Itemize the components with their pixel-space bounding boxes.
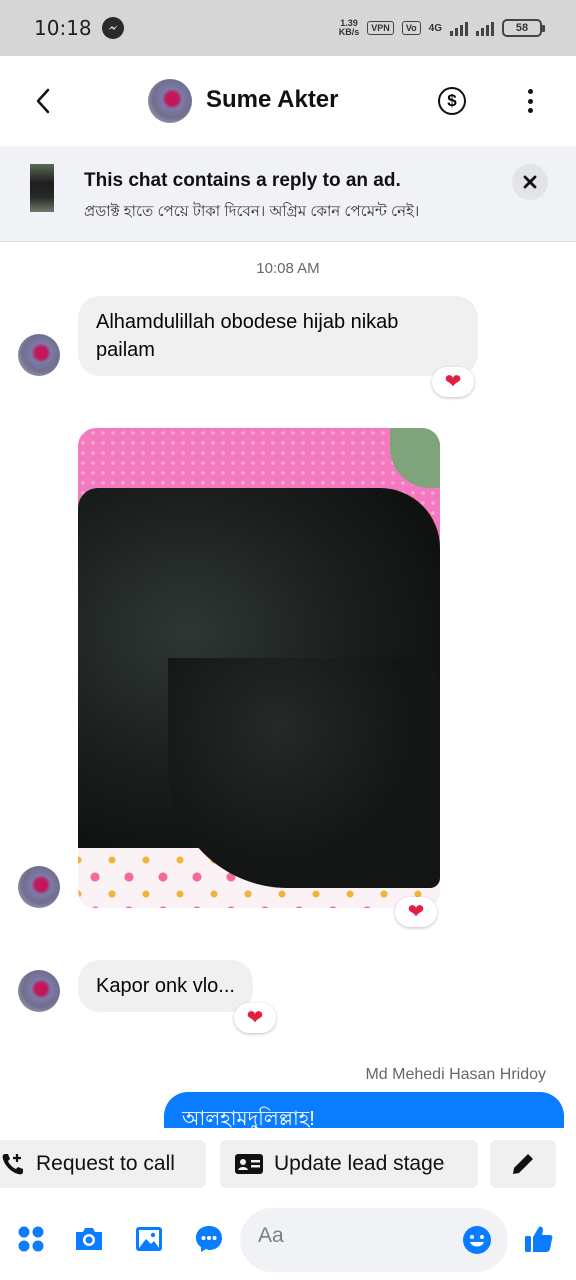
gallery-button[interactable]	[132, 1222, 166, 1256]
message-reaction[interactable]: ❤	[432, 367, 474, 397]
smiley-icon	[463, 1226, 491, 1254]
close-icon	[523, 175, 537, 189]
sender-avatar[interactable]	[18, 866, 60, 908]
camera-button[interactable]	[72, 1222, 106, 1256]
edit-button[interactable]	[490, 1140, 556, 1188]
emoji-button[interactable]	[462, 1225, 492, 1255]
heart-icon: ❤	[407, 901, 425, 923]
volte-badge: Vo	[401, 21, 421, 35]
payment-button[interactable]: $	[438, 87, 466, 115]
message-photo[interactable]	[78, 428, 440, 908]
pencil-icon	[513, 1154, 533, 1174]
chat-bubble-icon	[196, 1226, 222, 1252]
message-input[interactable]	[258, 1224, 448, 1248]
apps-button[interactable]	[14, 1222, 48, 1256]
outgoing-sender-name: Md Mehedi Hasan Hridoy	[365, 1066, 546, 1083]
thumbs-up-icon	[525, 1226, 553, 1252]
update-lead-stage-button[interactable]: Update lead stage	[220, 1140, 478, 1188]
messenger-notification-icon	[101, 17, 124, 39]
more-options-button[interactable]	[520, 86, 540, 116]
status-bar: 10:18 1.39 KB/s VPN Vo 4G 58	[0, 0, 576, 56]
phone-add-icon	[0, 1151, 26, 1177]
message-input-wrapper	[240, 1208, 508, 1272]
network-type: 4G	[428, 22, 442, 34]
update-lead-stage-label: Update lead stage	[274, 1152, 445, 1175]
sender-avatar[interactable]	[18, 334, 60, 376]
ad-thumbnail[interactable]	[30, 164, 54, 212]
message-composer	[0, 1202, 576, 1280]
heart-icon: ❤	[444, 371, 462, 393]
signal-icon	[450, 20, 468, 36]
ad-reply-banner: This chat contains a reply to an ad. প্র…	[0, 146, 576, 242]
dollar-icon: $	[447, 91, 457, 110]
like-button[interactable]	[522, 1222, 556, 1256]
message-bubble[interactable]: Kapor onk vlo...	[78, 960, 253, 1012]
message-reaction[interactable]: ❤	[234, 1003, 276, 1033]
ad-banner-subtitle: প্রডাক্ট হাতে পেয়ে টাকা দিবেন। অগ্রিম ক…	[84, 203, 420, 220]
contact-avatar[interactable]	[148, 79, 192, 123]
chat-header: Sume Akter $	[0, 56, 576, 146]
contact-name[interactable]: Sume Akter	[206, 86, 339, 114]
status-time: 10:18	[34, 16, 92, 40]
quick-actions-bar: Request to call Update lead stage	[0, 1128, 576, 1202]
sender-avatar[interactable]	[18, 970, 60, 1012]
back-button[interactable]	[28, 84, 58, 118]
contact-card-icon	[234, 1152, 264, 1176]
image-icon	[136, 1227, 162, 1251]
net-speed: 1.39 KB/s	[338, 18, 360, 37]
apps-grid-icon	[18, 1226, 44, 1252]
signal-icon-2	[476, 20, 494, 36]
photo-reaction[interactable]: ❤	[395, 897, 437, 927]
heart-icon: ❤	[246, 1007, 264, 1029]
request-call-label: Request to call	[36, 1152, 175, 1175]
ad-banner-title: This chat contains a reply to an ad.	[84, 170, 401, 191]
vpn-badge: VPN	[367, 21, 394, 35]
chat-extras-button[interactable]	[192, 1222, 226, 1256]
chevron-left-icon	[36, 88, 50, 114]
request-call-button[interactable]: Request to call	[0, 1140, 206, 1188]
chat-timestamp: 10:08 AM	[256, 260, 320, 277]
message-bubble[interactable]: Alhamdulillah obodese hijab nikab pailam	[78, 296, 478, 376]
close-banner-button[interactable]	[512, 164, 548, 200]
battery-icon: 58	[502, 19, 545, 37]
camera-icon	[76, 1228, 102, 1250]
